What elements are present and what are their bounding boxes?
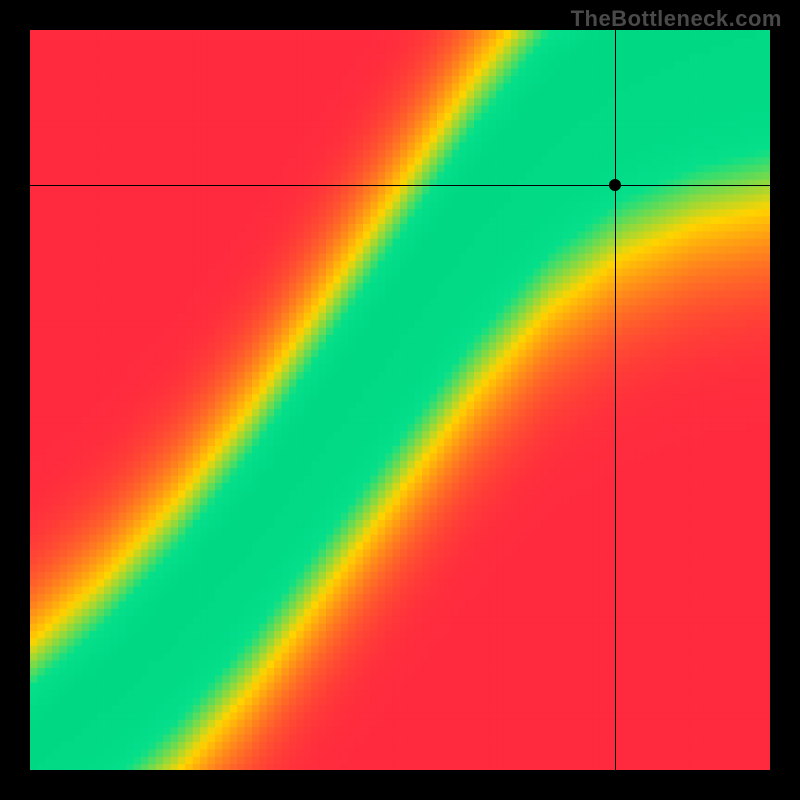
watermark-text: TheBottleneck.com: [571, 6, 782, 32]
chart-frame: TheBottleneck.com: [0, 0, 800, 800]
plot-area: [30, 30, 770, 770]
heatmap-canvas: [30, 30, 770, 770]
